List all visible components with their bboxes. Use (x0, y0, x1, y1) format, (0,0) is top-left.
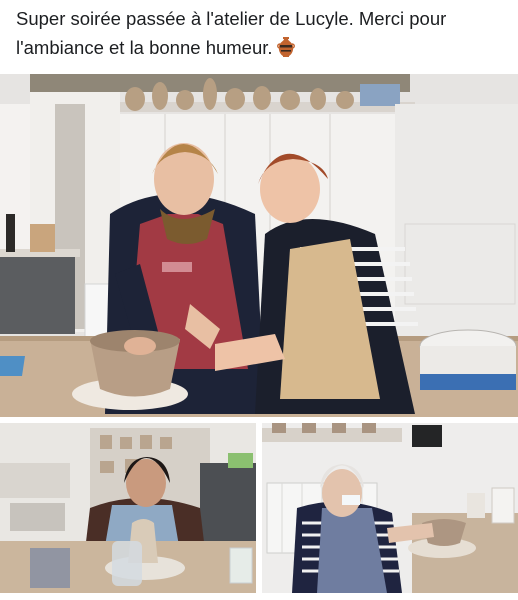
post-text: Super soirée passée à l'atelier de Lucyl… (16, 8, 447, 58)
main-photo[interactable] (0, 74, 518, 417)
amphora-icon (276, 36, 295, 66)
pottery-elder-photo (262, 423, 518, 593)
pottery-class-photo (0, 74, 518, 417)
bottom-right-photo[interactable] (262, 423, 518, 593)
bottom-left-photo[interactable] (0, 423, 256, 593)
pottery-student-photo (0, 423, 256, 593)
post-caption: Super soirée passée à l'atelier de Lucyl… (16, 4, 506, 66)
